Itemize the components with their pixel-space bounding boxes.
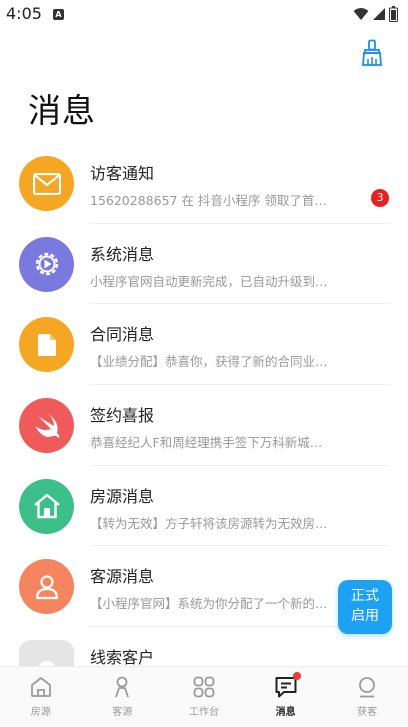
- message-preview: 【小程序官网】系统为你分配了一个新的客户: [90, 596, 328, 612]
- house-icon: [19, 478, 74, 534]
- message-title: 访客通知: [90, 164, 155, 183]
- tab-acquire[interactable]: 获客: [326, 667, 408, 727]
- document-icon: [19, 317, 74, 373]
- status-indicators: [353, 6, 398, 22]
- tab-label: 客源: [112, 707, 133, 718]
- message-preview: 【转为无效】方子轩将该房源转为无效房源，请及时查看: [90, 515, 328, 531]
- person-outline-icon: [115, 676, 130, 698]
- battery-icon: [389, 6, 398, 22]
- app-notification-icon: A: [53, 9, 64, 20]
- message-preview: 恭喜经纪人F和周经理携手签下万科新城项目: [90, 435, 328, 451]
- go-live-line1: 正式: [351, 588, 379, 604]
- swift-bird-icon: [19, 398, 74, 454]
- wifi-icon: [353, 8, 369, 20]
- bottom-tab-bar: 房源 客源 工作台 消息 获客: [0, 666, 408, 727]
- go-live-line2: 启用: [351, 608, 379, 624]
- tab-listings[interactable]: 房源: [0, 667, 82, 727]
- message-title: 合同消息: [90, 325, 155, 345]
- message-item-visitor[interactable]: 访客通知 15620288657 在 抖音小程序 领取了首页优惠券 3: [0, 143, 408, 224]
- person-icon: [19, 559, 74, 615]
- message-item-system[interactable]: 系统消息 小程序官网自动更新完成，已自动升级到最新版本: [0, 224, 408, 305]
- message-preview: 15620288657 在 抖音小程序 领取了首页优惠券: [90, 193, 328, 208]
- tab-label: 消息: [275, 707, 296, 718]
- message-preview: 小程序官网自动更新完成，已自动升级到最新版本: [90, 273, 328, 289]
- message-item-contract[interactable]: 合同消息 【业绩分配】恭喜你，获得了新的合同业绩分配: [0, 304, 408, 386]
- message-item-property[interactable]: 房源消息 【转为无效】方子轩将该房源转为无效房源，请及时查看: [0, 466, 408, 547]
- house-outline-icon: [30, 677, 51, 697]
- tab-label: 房源: [30, 707, 51, 718]
- grid-icon: [193, 676, 215, 698]
- message-item-signing[interactable]: 签约喜报 恭喜经纪人F和周经理携手签下万科新城项目: [0, 385, 408, 466]
- brush-icon: [362, 39, 382, 66]
- message-title: 房源消息: [90, 486, 155, 506]
- envelope-icon: [19, 156, 74, 211]
- go-live-button[interactable]: 正式 启用: [338, 580, 392, 634]
- unread-dot: [292, 672, 301, 680]
- message-title: 签约喜报: [90, 406, 155, 426]
- clear-unread-button[interactable]: [358, 38, 386, 68]
- tab-workbench[interactable]: 工作台: [163, 667, 245, 727]
- unread-badge: 3: [371, 189, 389, 207]
- signal-icon: [373, 8, 385, 20]
- gear-play-icon: [19, 236, 74, 292]
- tab-clients[interactable]: 客源: [82, 667, 164, 727]
- message-title: 系统消息: [90, 244, 155, 264]
- tab-label: 获客: [357, 707, 378, 718]
- page-title: 消息: [28, 91, 96, 130]
- message-title: 客源消息: [90, 567, 155, 587]
- status-bar: 4:05 A: [0, 0, 408, 28]
- tab-messages[interactable]: 消息: [245, 667, 327, 727]
- status-time: 4:05: [6, 4, 42, 23]
- message-title: 线索客户: [90, 648, 155, 668]
- message-preview: 【业绩分配】恭喜你，获得了新的合同业绩分配: [90, 354, 328, 370]
- tab-label: 工作台: [188, 707, 219, 718]
- profile-outline-icon: [359, 677, 376, 698]
